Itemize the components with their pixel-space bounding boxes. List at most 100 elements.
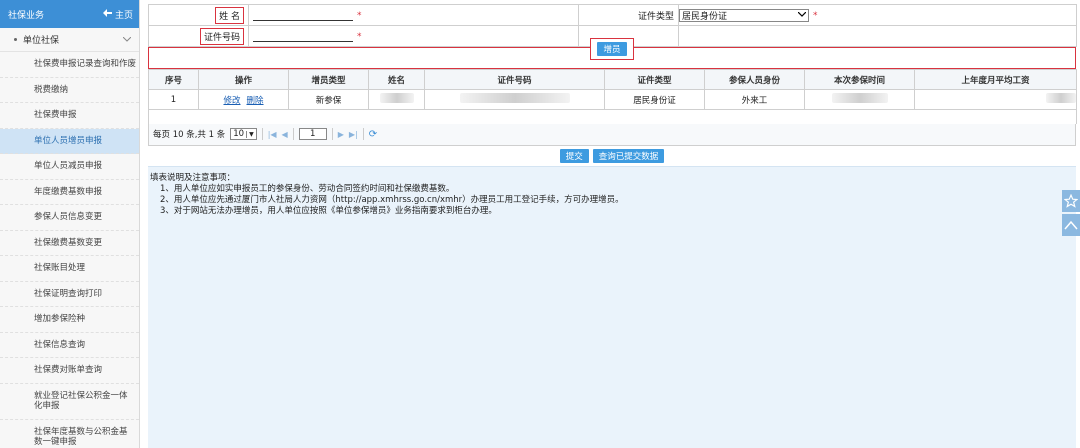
id-type-select[interactable]: 居民身份证 [679, 8, 809, 22]
instruction-item: 1、用人单位应如实申报员工的参保身份、劳动合同签约时间和社保缴费基数。 [160, 183, 455, 194]
sidebar-item-label: 就业登记社保公积金一体化申报 [34, 391, 128, 411]
chevron-down-icon: ▼ [246, 130, 254, 138]
bullet-icon [14, 38, 17, 41]
first-page-icon[interactable]: |◀ [268, 130, 277, 139]
required-mark: * [813, 10, 818, 21]
required-mark: * [357, 10, 362, 21]
scroll-top-icon[interactable] [1062, 214, 1080, 236]
column-header: 证件号码 [424, 69, 605, 90]
table-header: 序号 操作 增员类型 姓名 证件号码 证件类型 参保人员身份 本次参保时间 上年… [148, 69, 1077, 90]
sidebar-item-label: 社保费申报记录查询和作废 [34, 59, 137, 70]
pager: 每页 10 条,共 1 条 10 ▼ |◀ ◀ 1 ▶ ▶| ⟳ [148, 123, 1076, 146]
sidebar: 社保业务 主页 单位社保 社保费申报记录查询和作废 税费缴纳 社保费申报 单位人… [0, 0, 140, 448]
chevron-down-icon [797, 11, 807, 19]
empty-cell [678, 25, 1077, 47]
pager-divider [362, 128, 364, 140]
sidebar-group-unit-social-security[interactable]: 单位社保 [0, 28, 139, 52]
submit-button[interactable]: 提交 [559, 148, 589, 163]
sidebar-item[interactable]: 社保缴费基数变更 [0, 231, 139, 256]
sidebar-item-label: 社保费申报 [34, 110, 77, 121]
sidebar-item[interactable]: 税费缴纳 [0, 78, 139, 103]
sidebar-item[interactable]: 社保年度基数与公积金基数一键申报 [0, 420, 139, 448]
page-size-select[interactable]: 10 ▼ [230, 128, 257, 140]
name-label-cell: 姓 名 [148, 4, 249, 26]
sidebar-item[interactable]: 社保费对账单查询 [0, 358, 139, 384]
redacted-mark [1046, 93, 1076, 103]
sidebar-item[interactable]: 增加参保险种 [0, 307, 139, 333]
main-content: 姓 名 * 证件类型 居民身份证 * 证件号码 * 增员 序号 操作 增员类型 … [148, 4, 1077, 448]
sidebar-item-active[interactable]: 单位人员增员申报 [0, 128, 139, 154]
sidebar-item-label: 年度缴费基数申报 [34, 186, 103, 197]
sidebar-item-label: 参保人员信息变更 [34, 212, 103, 223]
sidebar-item-label: 社保缴费基数变更 [34, 237, 103, 248]
pager-divider [292, 128, 294, 140]
page-size-value: 10 [233, 129, 245, 139]
add-button-highlight: 增员 [590, 38, 634, 60]
id-type-field-cell: 居民身份证 * [678, 4, 1077, 26]
app-window: 社保业务 主页 单位社保 社保费申报记录查询和作废 税费缴纳 社保费申报 单位人… [0, 0, 1080, 448]
id-no-input[interactable] [253, 30, 353, 42]
chevron-down-icon [122, 35, 132, 44]
refresh-icon[interactable]: ⟳ [369, 129, 377, 140]
form-actions: 提交 查询已提交数据 [148, 148, 1076, 163]
row-actions: 修改 删除 [198, 89, 289, 110]
sidebar-item-label: 增加参保险种 [34, 314, 86, 325]
sidebar-item[interactable]: 社保费申报记录查询和作废 [0, 52, 139, 78]
pager-divider [261, 128, 263, 140]
row-id-no-redacted [424, 89, 605, 110]
id-type-value: 居民身份证 [682, 11, 728, 22]
last-page-icon[interactable]: ▶| [349, 130, 358, 139]
id-no-label: 证件号码 [199, 27, 244, 45]
employee-table: 序号 操作 增员类型 姓名 证件号码 证件类型 参保人员身份 本次参保时间 上年… [148, 69, 1077, 124]
sidebar-item-label: 社保年度基数与公积金基数一键申报 [34, 427, 128, 447]
page-number-input[interactable]: 1 [298, 128, 327, 140]
pager-summary: 每页 10 条,共 1 条 [153, 130, 226, 140]
redacted-mark [459, 93, 570, 103]
sidebar-item[interactable]: 年度缴费基数申报 [0, 180, 139, 205]
pager-divider [331, 128, 333, 140]
sidebar-item-label: 社保信息查询 [34, 339, 86, 350]
home-link[interactable]: 主页 [102, 8, 133, 21]
add-button-row: 增员 [148, 38, 1076, 69]
sidebar-item-label: 社保费对账单查询 [34, 365, 103, 376]
row-add-type: 新参保 [288, 89, 369, 110]
id-no-field-cell: * [248, 25, 579, 47]
sidebar-item[interactable]: 社保账目处理 [0, 256, 139, 282]
sidebar-item[interactable]: 单位人员减员申报 [0, 154, 139, 180]
sidebar-item-label: 社保证明查询打印 [34, 288, 103, 299]
row-salary-redacted [914, 89, 1077, 110]
id-type-label: 证件类型 [578, 4, 679, 26]
row-start-date-redacted [804, 89, 915, 110]
row-id-type: 居民身份证 [604, 89, 705, 110]
column-header: 本次参保时间 [804, 69, 915, 90]
redacted-mark [831, 93, 888, 103]
home-label: 主页 [114, 10, 133, 21]
sidebar-item[interactable]: 社保信息查询 [0, 333, 139, 358]
empty-cell [148, 109, 1077, 124]
add-employee-button[interactable]: 增员 [597, 42, 627, 56]
prev-page-icon[interactable]: ◀ [282, 130, 288, 139]
delete-link[interactable]: 删除 [247, 96, 264, 106]
edit-link[interactable]: 修改 [223, 96, 240, 106]
column-header: 操作 [198, 69, 289, 90]
row-name-redacted [368, 89, 425, 110]
instruction-item: 3、对于网站无法办理增员，用人单位应按照《单位参保增员》业务指南要求到柜台办理。 [160, 205, 497, 216]
query-submitted-button[interactable]: 查询已提交数据 [592, 148, 665, 163]
sidebar-item-label: 税费缴纳 [34, 84, 69, 95]
sidebar-item-label: 单位人员增员申报 [34, 135, 103, 146]
empty-row [148, 109, 1077, 124]
row-index: 1 [148, 89, 199, 110]
name-label: 姓 名 [215, 6, 244, 24]
next-page-icon[interactable]: ▶ [338, 130, 344, 139]
sidebar-item[interactable]: 社保证明查询打印 [0, 282, 139, 307]
name-input[interactable] [253, 9, 353, 21]
sidebar-title: 社保业务 [8, 10, 45, 21]
required-mark: * [357, 31, 362, 42]
sidebar-item[interactable]: 就业登记社保公积金一体化申报 [0, 384, 139, 420]
name-field-cell: * [248, 4, 579, 26]
sidebar-item[interactable]: 社保费申报 [0, 103, 139, 129]
sidebar-item-label: 单位人员减员申报 [34, 161, 103, 172]
sidebar-item[interactable]: 参保人员信息变更 [0, 205, 139, 231]
table-row: 1 修改 删除 新参保 居民身份证 外来工 [148, 89, 1077, 110]
star-icon[interactable] [1062, 190, 1080, 212]
